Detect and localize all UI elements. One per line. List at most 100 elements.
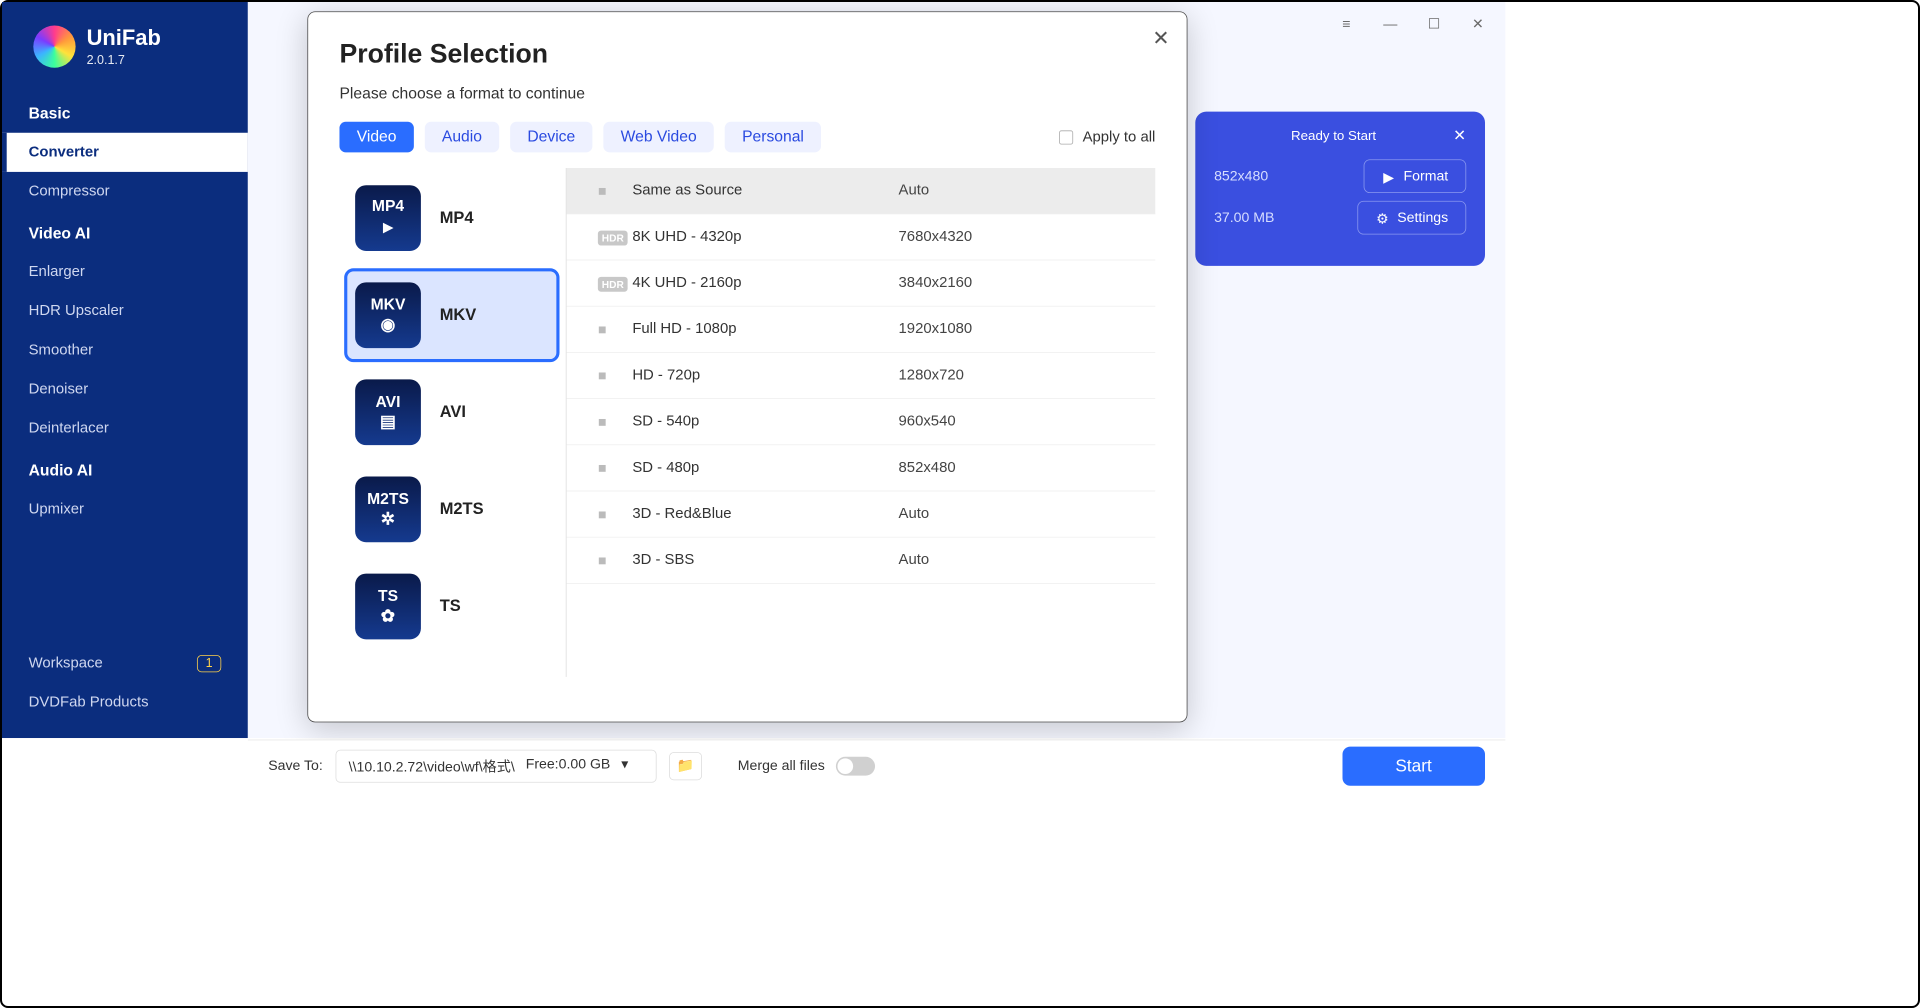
resolution-value: 1920x1080	[899, 321, 973, 338]
close-window-icon[interactable]: ✕	[1469, 16, 1486, 32]
format-item-mp4[interactable]: MP4▸ MP4	[344, 171, 559, 265]
video-icon: ■	[598, 413, 607, 429]
start-button[interactable]: Start	[1342, 746, 1485, 785]
video-icon: ■	[598, 182, 607, 198]
format-item-m2ts[interactable]: M2TS✲ M2TS	[344, 462, 559, 556]
format-item-avi[interactable]: AVI▤ AVI	[344, 365, 559, 459]
tab-device[interactable]: Device	[510, 122, 592, 153]
workspace-badge: 1	[197, 655, 221, 672]
ready-label: Ready to Start	[1291, 128, 1376, 144]
modal-title: Profile Selection	[339, 39, 1155, 70]
gear-icon: ⚙	[1375, 211, 1389, 225]
task-size: 37.00 MB	[1214, 209, 1274, 225]
resolution-row[interactable]: ■ Full HD - 1080p1920x1080	[567, 307, 1156, 353]
resolution-row[interactable]: ■SD - 480p852x480	[567, 445, 1156, 491]
video-icon: ■	[598, 506, 607, 522]
resolution-name: 4K UHD - 2160p	[632, 274, 898, 291]
modal-subtitle: Please choose a format to continue	[339, 85, 1155, 103]
format-button[interactable]: ▶ Format	[1364, 159, 1467, 193]
nav-item-smoother[interactable]: Smoother	[2, 331, 248, 370]
resolution-row[interactable]: ■ 3D - Red&BlueAuto	[567, 491, 1156, 537]
app-version: 2.0.1.7	[87, 54, 161, 68]
resolution-name: Full HD - 1080p	[632, 321, 898, 338]
free-space: Free:0.00 GB	[526, 756, 611, 776]
video-icon: ■	[598, 367, 607, 383]
resolution-name: HD - 720p	[632, 367, 898, 384]
apply-checkbox[interactable]	[1059, 130, 1073, 144]
resolution-name: SD - 540p	[632, 413, 898, 430]
nav-item-compressor[interactable]: Compressor	[2, 172, 248, 211]
folder-icon: 📁	[677, 758, 695, 774]
modal-close-icon[interactable]: ✕	[1152, 26, 1169, 50]
resolution-name: 3D - Red&Blue	[632, 505, 898, 522]
tab-audio[interactable]: Audio	[425, 122, 500, 153]
nav-item-enlarger[interactable]: Enlarger	[2, 253, 248, 292]
nav-item-hdr-upscaler[interactable]: HDR Upscaler	[2, 292, 248, 331]
apply-label: Apply to all	[1083, 128, 1156, 145]
resolution-row[interactable]: ■SD - 540p960x540	[567, 399, 1156, 445]
format-item-mkv[interactable]: MKV◉ MKV	[344, 268, 559, 362]
nav-workspace[interactable]: Workspace 1	[2, 644, 248, 683]
nav-header-videoai[interactable]: Video AI	[2, 216, 248, 253]
dropdown-icon[interactable]: ▾	[621, 756, 628, 776]
resolution-value: 3840x2160	[899, 274, 973, 291]
save-path: \\10.10.2.72\video\wf\格式\	[349, 756, 515, 776]
bottom-bar: Save To: \\10.10.2.72\video\wf\格式\ Free:…	[248, 740, 1505, 792]
resolution-name: 8K UHD - 4320p	[632, 228, 898, 245]
resolution-row[interactable]: ■ 3D - SBSAuto	[567, 538, 1156, 584]
merge-toggle[interactable]	[836, 756, 875, 775]
resolution-value: Auto	[899, 182, 930, 199]
resolution-row[interactable]: ■ Same as SourceAuto	[567, 168, 1156, 214]
mp4-icon: MP4▸	[355, 185, 421, 251]
nav-item-converter[interactable]: Converter	[2, 133, 248, 172]
save-path-box[interactable]: \\10.10.2.72\video\wf\格式\ Free:0.00 GB ▾	[335, 749, 656, 782]
resolution-name: Same as Source	[632, 182, 898, 199]
resolution-row[interactable]: ■ HD - 720p1280x720	[567, 353, 1156, 399]
workspace-label: Workspace	[29, 655, 103, 672]
settings-button[interactable]: ⚙ Settings	[1357, 201, 1466, 235]
menu-icon[interactable]: ≡	[1338, 16, 1355, 32]
sidebar: UniFab 2.0.1.7 Basic Converter Compresso…	[2, 2, 248, 738]
resolution-value: 7680x4320	[899, 228, 973, 245]
merge-label: Merge all files	[738, 758, 825, 774]
maximize-icon[interactable]: ☐	[1425, 16, 1442, 32]
task-resolution: 852x480	[1214, 168, 1268, 184]
video-icon: ■	[598, 460, 607, 476]
resolution-row[interactable]: HDR 4K UHD - 2160p3840x2160	[567, 260, 1156, 306]
nav-item-deinterlacer[interactable]: Deinterlacer	[2, 409, 248, 448]
tab-video[interactable]: Video	[339, 122, 413, 153]
hdr-badge-icon: HDR	[598, 230, 628, 245]
browse-folder-button[interactable]: 📁	[669, 752, 702, 780]
nav-item-denoiser[interactable]: Denoiser	[2, 370, 248, 409]
hdr-badge-icon: HDR	[598, 276, 628, 291]
resolution-value: 1280x720	[899, 367, 964, 384]
tab-personal[interactable]: Personal	[725, 122, 821, 153]
avi-icon: AVI▤	[355, 379, 421, 445]
resolution-value: Auto	[899, 552, 930, 569]
format-category-tabs: Video Audio Device Web Video Personal Ap…	[339, 122, 1155, 153]
resolution-list[interactable]: ■Same as SourceAutoHDR8K UHD - 4320p7680…	[567, 168, 1156, 677]
format-item-ts[interactable]: TS✿ TS	[344, 559, 559, 653]
nav-dvdfab-products[interactable]: DVDFab Products	[2, 683, 248, 722]
profile-selection-modal: ✕ Profile Selection Please choose a form…	[307, 11, 1187, 722]
nav-header-basic[interactable]: Basic	[2, 96, 248, 133]
tab-web-video[interactable]: Web Video	[603, 122, 713, 153]
logo-icon	[33, 25, 75, 67]
resolution-name: 3D - SBS	[632, 552, 898, 569]
app-name: UniFab	[87, 25, 161, 50]
resolution-row[interactable]: HDR 8K UHD - 4320p7680x4320	[567, 214, 1156, 260]
video-icon: ■	[598, 552, 607, 568]
save-to-label: Save To:	[268, 758, 323, 774]
minimize-icon[interactable]: —	[1382, 16, 1399, 32]
task-panel: Ready to Start ✕ 852x480 ▶ Format 37.00 …	[1195, 112, 1485, 266]
apply-to-all[interactable]: Apply to all	[1059, 128, 1155, 145]
resolution-value: Auto	[899, 505, 930, 522]
play-icon: ▶	[1382, 169, 1396, 183]
nav-header-audioai[interactable]: Audio AI	[2, 453, 248, 490]
task-close-icon[interactable]: ✕	[1453, 126, 1466, 146]
format-list[interactable]: MP4▸ MP4 MKV◉ MKV AVI▤ AVI M2TS✲ M2TS TS…	[339, 168, 566, 677]
ts-icon: TS✿	[355, 574, 421, 640]
nav-item-upmixer[interactable]: Upmixer	[2, 490, 248, 529]
video-icon: ■	[598, 321, 607, 337]
m2ts-icon: M2TS✲	[355, 476, 421, 542]
